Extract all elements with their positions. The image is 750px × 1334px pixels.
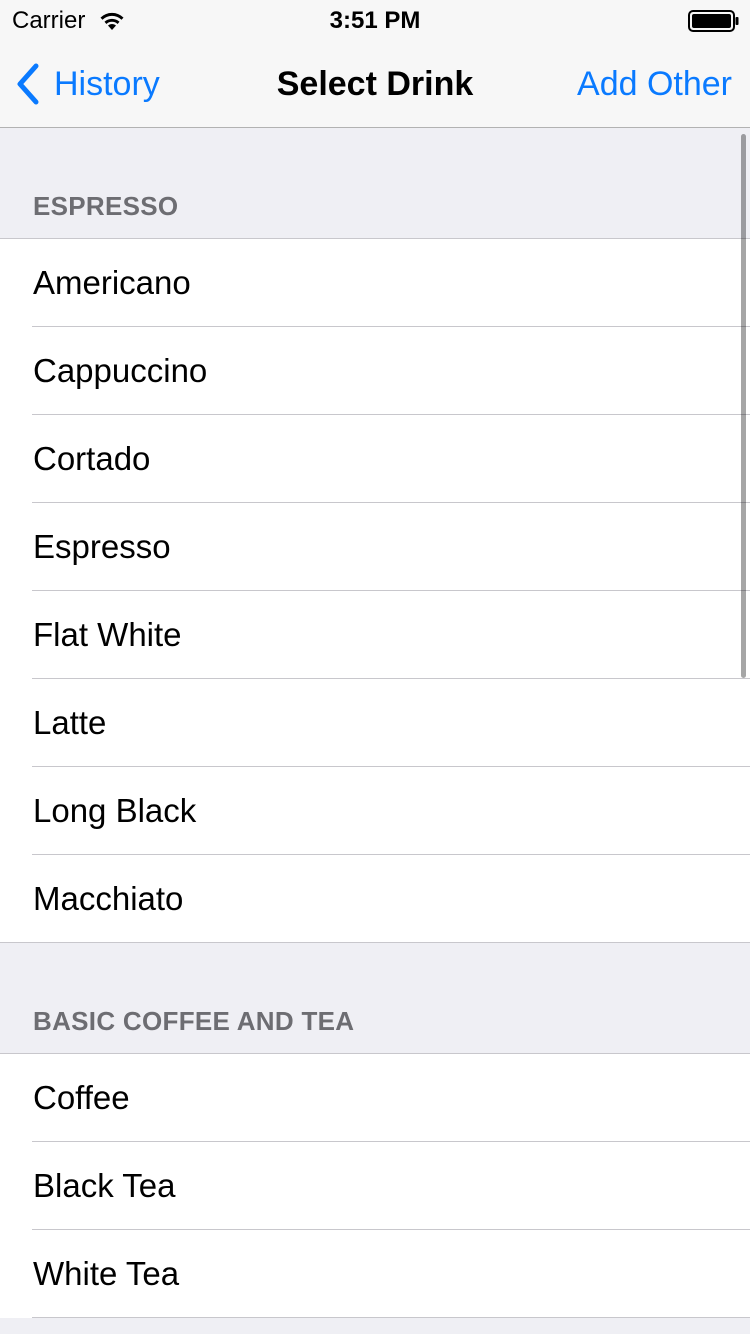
- section-espresso: Americano Cappuccino Cortado Espresso Fl…: [0, 239, 750, 943]
- section-header-basic-coffee-and-tea: BASIC COFFEE AND TEA: [0, 943, 750, 1054]
- drink-row-coffee[interactable]: Coffee: [0, 1054, 750, 1142]
- drink-row-espresso[interactable]: Espresso: [0, 503, 750, 591]
- drink-label: Black Tea: [33, 1167, 176, 1204]
- drink-row-americano[interactable]: Americano: [0, 239, 750, 327]
- drink-label: Macchiato: [33, 880, 184, 917]
- drink-label: White Tea: [33, 1255, 180, 1292]
- drink-row-flat-white[interactable]: Flat White: [0, 591, 750, 679]
- drink-label: Long Black: [33, 792, 197, 829]
- back-button[interactable]: History: [14, 60, 160, 108]
- drink-row-macchiato[interactable]: Macchiato: [0, 855, 750, 943]
- drink-table: ESPRESSO Americano Cappuccino Cortado Es…: [0, 128, 750, 1318]
- drink-label: Cortado: [33, 440, 151, 477]
- chevron-left-icon: [17, 63, 39, 105]
- status-time: 3:51 PM: [329, 7, 421, 34]
- scroll-indicator[interactable]: [741, 134, 746, 678]
- drink-row-long-black[interactable]: Long Black: [0, 767, 750, 855]
- drink-label: Latte: [33, 704, 107, 741]
- drink-row-black-tea[interactable]: Black Tea: [0, 1142, 750, 1230]
- drink-row-cappuccino[interactable]: Cappuccino: [0, 327, 750, 415]
- back-button-label: History: [54, 65, 160, 103]
- drink-label: Americano: [33, 264, 191, 301]
- drink-label: Espresso: [33, 528, 171, 565]
- add-other-button[interactable]: Add Other: [577, 60, 732, 108]
- drink-row-latte[interactable]: Latte: [0, 679, 750, 767]
- drink-label: Cappuccino: [33, 352, 208, 389]
- drink-label: Flat White: [33, 616, 182, 653]
- navigation-bar: Carrier 3:51 PM History Select Drink Add…: [0, 0, 750, 128]
- section-header-label: ESPRESSO: [33, 191, 179, 221]
- drink-row-cortado[interactable]: Cortado: [0, 415, 750, 503]
- section-header-espresso: ESPRESSO: [0, 128, 750, 239]
- section-basic-coffee-and-tea: Coffee Black Tea White Tea: [0, 1054, 750, 1318]
- section-header-label: BASIC COFFEE AND TEA: [33, 1006, 355, 1036]
- battery-icon: [688, 10, 739, 32]
- drink-label: Coffee: [33, 1079, 130, 1116]
- drink-row-white-tea[interactable]: White Tea: [0, 1230, 750, 1318]
